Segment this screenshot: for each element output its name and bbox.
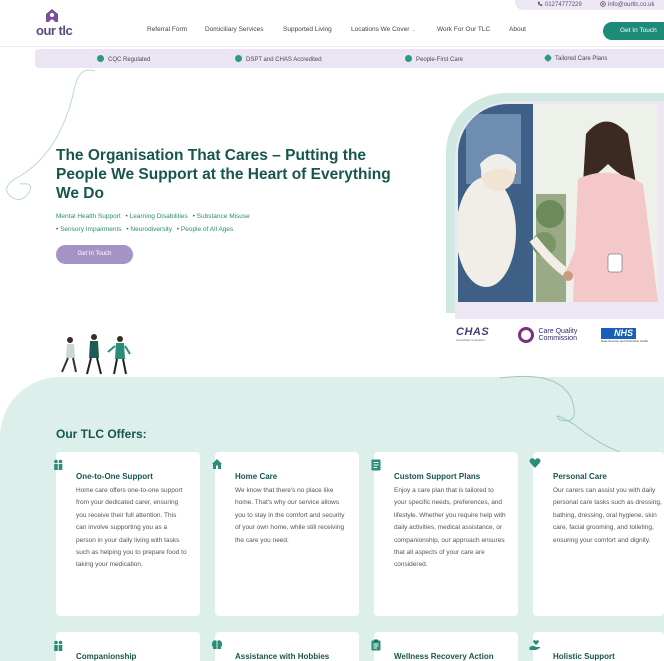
offer-card-hobbies[interactable]: Assistance with Hobbies [215, 632, 359, 661]
offer-card-title: Home Care [235, 472, 278, 481]
offer-card-title: Custom Support Plans [394, 472, 481, 481]
feature-cqc: CQC Regulated [97, 55, 150, 63]
feature-label: CQC Regulated [108, 57, 151, 63]
nhs-logo-subtext: Data Security and Protection toolkit [601, 339, 648, 343]
get-in-touch-button[interactable]: Get In Touch [603, 22, 664, 40]
walking-people-illustration [61, 334, 131, 375]
offer-card-custom-support[interactable]: Custom Support Plans Enjoy a care plan t… [374, 452, 518, 616]
hero-photo [458, 104, 658, 302]
check-icon [405, 55, 412, 62]
header-divider [0, 46, 664, 47]
offer-card-title: Wellness Recovery Action [394, 652, 494, 661]
clipboard-icon [371, 639, 381, 651]
heart-icon [543, 53, 553, 63]
feature-label: People-First Care [416, 57, 464, 63]
service-tags: Mental Health Support Learning Disabilit… [56, 210, 326, 236]
offer-card-title: Companionship [76, 652, 137, 661]
chas-logo-text: CHAS [456, 326, 490, 338]
features-bar: CQC Regulated DSPT and CHAS Accredited P… [35, 49, 664, 68]
email-address: info@ourtlc.co.uk [608, 2, 655, 8]
carer-greeting-illustration [458, 104, 658, 302]
contact-bar: 01274777229 info@ourtlc.co.uk [515, 0, 664, 10]
hand-heart-icon [529, 640, 541, 650]
phone-number: 01274777229 [545, 2, 582, 8]
chas-logo: CHAS Accredited Contractor [456, 326, 489, 342]
brain-icon [211, 640, 223, 649]
brand-name: our tlc [36, 23, 73, 38]
home-icon [212, 459, 222, 469]
cqc-q-icon [518, 326, 534, 343]
offer-card-title: Holistic Support [553, 652, 615, 661]
shield-icon [97, 55, 104, 62]
tag-sensory-impairments[interactable]: Sensory Impairments [56, 226, 122, 233]
chas-logo-subtext: Accredited Contractor [456, 338, 486, 342]
tag-neurodiversity[interactable]: Neurodiversity [126, 226, 172, 233]
email-icon [600, 1, 606, 7]
decorative-line [499, 375, 621, 453]
feature-dspt: DSPT and CHAS Accredited [235, 55, 322, 63]
notebook-icon [371, 459, 381, 471]
phone-link[interactable]: 01274777229 [537, 1, 582, 8]
cqc-logo: Care Quality Commission [518, 326, 577, 344]
feature-label: Tailored Care Plans [555, 56, 608, 62]
tag-substance-misuse[interactable]: Substance Misuse [193, 213, 250, 220]
tag-learning-disabilities[interactable]: Learning Disabilities [126, 213, 188, 220]
nav-item-domiciliary-services[interactable]: Domiciliary Services [205, 26, 264, 33]
cqc-logo-line-1: Care Quality [538, 327, 578, 335]
email-link[interactable]: info@ourtlc.co.uk [600, 1, 654, 8]
nhs-logo-text: NHS [601, 328, 636, 339]
trophy-icon [235, 55, 242, 62]
offer-card-personal-care[interactable]: Personal Care Our carers can assist you … [533, 452, 664, 616]
offer-card-holistic[interactable]: Holistic Support [533, 632, 664, 661]
phone-icon [537, 1, 543, 6]
tag-mental-health[interactable]: Mental Health Support [56, 213, 121, 220]
hero-get-in-touch-button[interactable]: Get In Touch [56, 245, 133, 264]
nhs-dspt-logo: NHS Data Security and Protection toolkit [601, 328, 648, 343]
offer-card-companionship[interactable]: Companionship [56, 632, 200, 661]
hero-title: The Organisation That Cares – Putting th… [56, 147, 391, 202]
tag-all-ages[interactable]: People of All Ages [177, 226, 234, 233]
offers-title: Our TLC Offers: [56, 427, 147, 441]
cqc-logo-line-2: Commission [538, 334, 577, 342]
offer-card-home-care[interactable]: Home Care We know that there's no place … [215, 452, 359, 616]
offer-card-text: Enjoy a care plan that is tailored to yo… [394, 487, 506, 569]
feature-people-first: People-First Care [405, 55, 463, 63]
chevron-down-icon: ⌄ [411, 27, 416, 33]
nav-item-about[interactable]: About [509, 26, 526, 33]
heart-icon [529, 458, 541, 468]
offer-card-text: Home care offers one-to-one support from… [76, 487, 187, 569]
nav-item-referral-form[interactable]: Referral Form [147, 26, 187, 33]
offer-card-one-to-one[interactable]: One-to-One Support Home care offers one-… [56, 452, 200, 616]
nav-item-locations[interactable]: Locations We Cover ⌄ [351, 26, 416, 33]
people-icon [54, 640, 63, 651]
nav-item-work-for-us[interactable]: Work For Our TLC [437, 26, 490, 33]
offer-card-title: Assistance with Hobbies [235, 652, 330, 661]
cqc-logo-text: Care Quality Commission [538, 328, 577, 342]
offer-card-title: Personal Care [553, 472, 607, 481]
offer-card-text: Our carers can assist you with daily per… [553, 487, 662, 544]
offer-card-title: One-to-One Support [76, 472, 153, 481]
nav-item-supported-living[interactable]: Supported Living [283, 26, 332, 33]
feature-tailored: Tailored Care Plans [543, 53, 608, 63]
people-icon [54, 459, 63, 470]
feature-label: DSPT and CHAS Accredited [246, 57, 322, 63]
nav-item-locations-label: Locations We Cover [351, 26, 410, 33]
offer-card-text: We know that there's no place like home.… [235, 487, 345, 544]
offer-card-wellness[interactable]: Wellness Recovery Action [374, 632, 518, 661]
